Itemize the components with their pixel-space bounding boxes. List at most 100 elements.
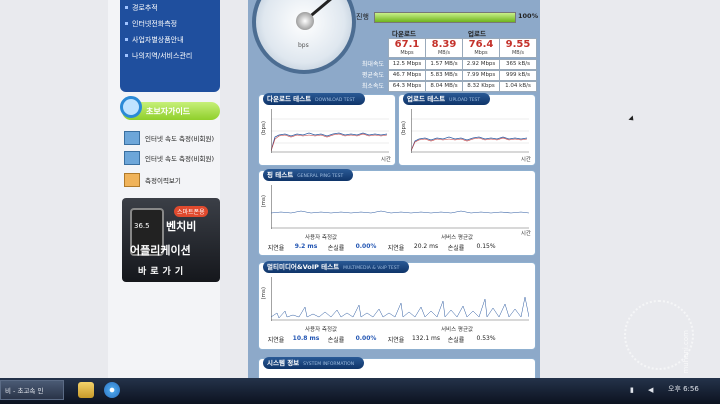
multimedia-test-tab[interactable]: 멀티미디어&VoIP 테스트 MULTIMEDIA & VoIP TEST bbox=[263, 261, 410, 273]
multimedia-user-header: 사용자 측정값 bbox=[305, 327, 338, 333]
ping-summary: 지연율 9.2 ms 손실률 0.00% 지연율 20.2 ms 손실률 0.1… bbox=[263, 243, 503, 252]
multimedia-summary: 지연율 10.8 ms 손실률 0.00% 지연율 132.1 ms 손실률 0… bbox=[263, 335, 503, 344]
guide-item-label: 인터넷 속도 측정(비회원) bbox=[145, 135, 215, 143]
system-info-tab[interactable]: 시스템 정보 SYSTEM INFORMATION bbox=[263, 357, 365, 369]
nav-item-route-trace[interactable]: 경로추적 bbox=[120, 0, 220, 16]
stats-table: 다운로드 업로드 67.1 Mbps 8.39 MB/s 76.4 Mbps 9… bbox=[352, 28, 537, 92]
stats-cell: 7.99 Mbps bbox=[462, 70, 500, 81]
clock[interactable]: 오후 6:56 bbox=[668, 384, 699, 394]
multimedia-delay-label: 지연율 bbox=[267, 337, 285, 344]
volume-icon[interactable]: ◀ bbox=[648, 386, 653, 394]
guide-item-speed-test-2[interactable]: 인터넷 속도 측정(비회원) bbox=[124, 150, 214, 166]
ping-test-panel: 핑 테스트 GENERAL PING TEST (ms) 시간 사용자 측정값 서… bbox=[258, 169, 536, 256]
upload-test-title: 업로드 테스트 bbox=[407, 95, 446, 103]
stats-cell: 8.04 MB/s bbox=[425, 81, 463, 92]
multimedia-user-delay: 10.8 ms bbox=[292, 335, 320, 342]
monitor-icon bbox=[124, 151, 140, 165]
magnifier-icon bbox=[120, 96, 142, 118]
system-info-title: 시스템 정보 bbox=[267, 359, 300, 367]
nav-item-provider-products[interactable]: 사업자별상품안내 bbox=[120, 32, 220, 48]
upload-mbps: 76.4 bbox=[468, 39, 494, 50]
progress-percent: 100% bbox=[518, 12, 539, 20]
guide-item-speed-test[interactable]: 인터넷 속도 측정(비회원) bbox=[124, 130, 214, 146]
stats-cell: 2.92 Mbps bbox=[462, 59, 500, 70]
download-test-panel: 다운로드 테스트 DOWNLOAD TEST (bps) 시간 bbox=[258, 93, 396, 166]
mouse-cursor-icon bbox=[628, 115, 636, 123]
app-banner[interactable]: 36.5 스마트폰용 벤치비 어플리케이션 바로가기 bbox=[122, 198, 220, 282]
upload-mbs-unit: MB/s bbox=[511, 50, 525, 56]
download-mbps-box: 67.1 Mbps bbox=[388, 38, 426, 58]
ping-xlabel: 시간 bbox=[520, 231, 531, 237]
multimedia-server-header: 서비스 평균값 bbox=[441, 327, 474, 333]
multimedia-ylabel: (ms) bbox=[261, 287, 267, 300]
ping-delay-label: 지연율 bbox=[387, 245, 405, 252]
download-test-title: 다운로드 테스트 bbox=[267, 95, 312, 103]
upload-xlabel: 시간 bbox=[520, 157, 531, 163]
ping-loss-label: 손실률 bbox=[447, 245, 465, 252]
taskbar: 비 - 초고속 인 ▮ ◀ 오후 6:56 bbox=[0, 378, 720, 404]
download-ylabel: (bps) bbox=[261, 121, 267, 136]
download-test-subtitle: DOWNLOAD TEST bbox=[315, 98, 355, 103]
row-label: 최대속도 bbox=[361, 61, 384, 68]
upload-mbps-box: 76.4 Mbps bbox=[462, 38, 500, 58]
multimedia-loss-label: 손실률 bbox=[327, 337, 345, 344]
app-banner-link[interactable]: 바로가기 bbox=[138, 264, 187, 277]
system-info-panel: 시스템 정보 SYSTEM INFORMATION bbox=[258, 357, 536, 378]
ping-test-title: 핑 테스트 bbox=[267, 171, 294, 179]
upload-test-subtitle: UPLOAD TEST bbox=[449, 98, 481, 103]
ping-server-loss: 0.15% bbox=[476, 243, 496, 250]
multimedia-test-subtitle: MULTIMEDIA & VoIP TEST bbox=[343, 266, 400, 271]
upload-test-panel: 업로드 테스트 UPLOAD TEST (bps) 시간 bbox=[398, 93, 536, 166]
progress-fill bbox=[375, 13, 515, 22]
upload-header: 업로드 bbox=[468, 30, 486, 38]
app-banner-title: 벤치비 bbox=[166, 220, 197, 233]
download-mbps: 67.1 bbox=[394, 39, 420, 50]
network-icon[interactable]: ▮ bbox=[630, 386, 634, 394]
chart-icon bbox=[124, 173, 140, 187]
progress-bar bbox=[374, 12, 516, 23]
ping-ylabel: (ms) bbox=[261, 195, 267, 208]
upload-mbs: 9.55 bbox=[505, 39, 531, 50]
browser-icon[interactable] bbox=[104, 382, 120, 398]
upload-mbs-box: 9.55 MB/s bbox=[499, 38, 537, 58]
speed-gauge: bps bbox=[252, 0, 356, 74]
nav-item-voip-measure[interactable]: 인터넷전화측정 bbox=[120, 16, 220, 32]
ping-test-subtitle: GENERAL PING TEST bbox=[297, 174, 344, 179]
gauge-unit: bps bbox=[298, 42, 309, 49]
guide-item-history[interactable]: 측정이력보기 bbox=[124, 172, 181, 188]
row-label: 평균속도 bbox=[361, 72, 384, 79]
stats-cell: 999 kB/s bbox=[499, 70, 537, 81]
multimedia-user-loss: 0.00% bbox=[355, 335, 377, 342]
ping-user-delay: 9.2 ms bbox=[294, 243, 318, 250]
multimedia-delay-label: 지연율 bbox=[387, 337, 405, 344]
download-mbps-unit: Mbps bbox=[400, 50, 414, 56]
stats-cell: 64.3 Mbps bbox=[388, 81, 426, 92]
folder-icon[interactable] bbox=[78, 382, 94, 398]
multimedia-graph bbox=[271, 277, 529, 321]
nav-item-my-area[interactable]: 나의지역/서비스관리 bbox=[120, 48, 220, 64]
download-mbs: 8.39 bbox=[431, 39, 457, 50]
left-nav: 경로추적 인터넷전화측정 사업자별상품안내 나의지역/서비스관리 초보자가이드 … bbox=[108, 0, 220, 378]
multimedia-server-loss: 0.53% bbox=[476, 335, 496, 342]
download-test-tab[interactable]: 다운로드 테스트 DOWNLOAD TEST bbox=[263, 93, 365, 105]
upload-test-tab[interactable]: 업로드 테스트 UPLOAD TEST bbox=[403, 93, 491, 105]
ping-test-tab[interactable]: 핑 테스트 GENERAL PING TEST bbox=[263, 169, 354, 181]
download-xlabel: 시간 bbox=[380, 157, 391, 163]
multimedia-server-delay: 132.1 ms bbox=[411, 335, 441, 342]
progress-label: 진행 bbox=[356, 13, 369, 21]
system-info-subtitle: SYSTEM INFORMATION bbox=[303, 362, 355, 367]
guide-item-label: 인터넷 속도 측정(비회원) bbox=[145, 155, 215, 163]
monitor-icon bbox=[124, 131, 140, 145]
multimedia-test-title: 멀티미디어&VoIP 테스트 bbox=[267, 263, 340, 271]
upload-graph bbox=[411, 109, 529, 153]
gauge-hub bbox=[296, 12, 314, 30]
watermark-text: muhani.com bbox=[682, 330, 690, 374]
stats-cell: 1.57 MB/s bbox=[425, 59, 463, 70]
stats-cell: 5.83 MB/s bbox=[425, 70, 463, 81]
app-banner-subtitle: 어플리케이션 bbox=[130, 244, 191, 257]
multimedia-test-panel: 멀티미디어&VoIP 테스트 MULTIMEDIA & VoIP TEST (ms… bbox=[258, 261, 536, 350]
upload-ylabel: (bps) bbox=[401, 121, 407, 136]
taskbar-browser-button[interactable]: 비 - 초고속 인 bbox=[0, 380, 64, 400]
ping-user-loss: 0.00% bbox=[355, 243, 377, 250]
ping-server-delay: 20.2 ms bbox=[413, 243, 439, 250]
